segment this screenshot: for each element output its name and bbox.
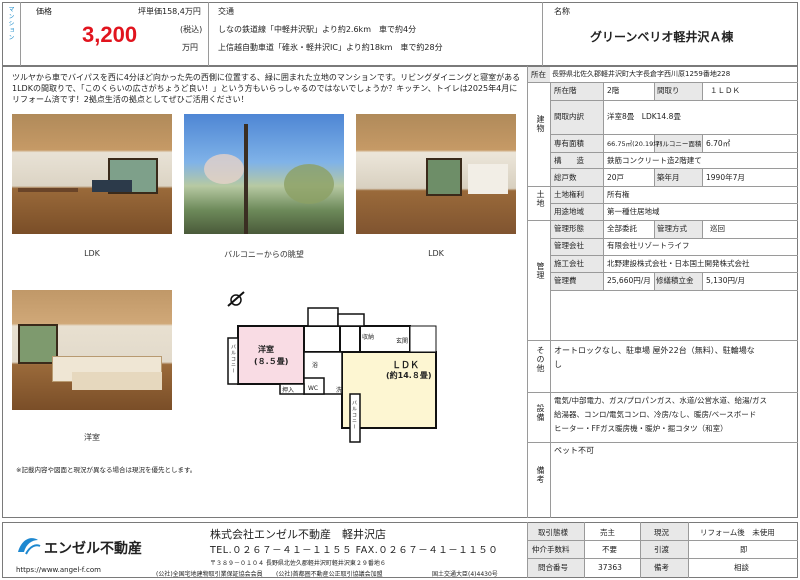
footer-note-label: 備考 — [654, 563, 669, 572]
repair-fund-value: 5,130円/月 — [706, 276, 745, 285]
storage-label: 収納 — [362, 334, 375, 341]
bath-label: 浴 — [312, 362, 319, 369]
balcony-area-label: バルコニー面積 — [656, 140, 702, 148]
commission-value: 不要 — [602, 545, 617, 554]
layout-label: 間取り — [657, 86, 680, 95]
balcony-label-left: バルコニー — [230, 344, 236, 374]
builder-value: 北野建設株式会社・日本国土開発株式会社 — [607, 259, 750, 268]
closet-label: 押入 — [282, 387, 295, 394]
washer-label: 洗 — [336, 387, 343, 394]
vertical-tag: マンション — [7, 6, 14, 41]
mgmt-form-value: 全部委託 — [607, 224, 637, 233]
transport-line-2: 上信越自動車道「碓氷・軽井沢IC」より約18km 車で約28分 — [218, 43, 443, 52]
area-value: 66.75㎡(20.19坪) — [607, 140, 663, 148]
balcony-area-value: 6.70㎡ — [706, 139, 731, 148]
room-western-label: 洋室 — [258, 345, 274, 354]
other-line-1: オートロックなし、駐車場 屋外22台（無料）、駐輪場な — [554, 346, 755, 355]
deal-type-label: 取引態様 — [538, 528, 568, 537]
footer-note-value: 相談 — [734, 563, 749, 572]
mgmt-fee-value: 25,660円/月 — [607, 276, 651, 285]
floor-label: 所在階 — [554, 86, 577, 95]
layout-value: １ＬＤＫ — [710, 86, 740, 95]
photo-western-room — [12, 290, 172, 410]
photo-ldk-2 — [356, 114, 516, 234]
handover-value: 即 — [740, 545, 748, 554]
repair-fund-label: 修繕積立金 — [656, 276, 694, 285]
remarks-section-label: 備考 — [536, 466, 545, 484]
builder-label: 施工会社 — [554, 259, 584, 268]
website-url[interactable]: https://www.angel-f.com — [16, 566, 101, 574]
inquiry-label: 問合番号 — [538, 563, 568, 572]
photo-caption-2: バルコニーからの眺望 — [224, 250, 304, 259]
company-address: 〒３８９－０１０４ 長野県北佐久郡軽井沢町軽井沢東２９番地６ — [210, 560, 386, 567]
description: ツルヤから車でバイパスを西に4分ほど向かった先の西側に位置する、緑に囲まれた立地… — [12, 73, 521, 105]
commission-label: 仲介手数料 — [532, 545, 570, 554]
rooms-value: 洋室8畳 LDK14.8畳 — [607, 112, 681, 121]
equipment-line-3: ヒーター・FFガス暖房機・暖炉・掘コタツ（和室） — [554, 424, 728, 433]
address-label: 所在 — [531, 70, 546, 79]
floor-value: 2階 — [607, 86, 620, 95]
equipment-line-1: 電気/中部電力、ガス/プロパンガス、水道/公営水道、給湯/ガス — [554, 396, 767, 405]
units-value: 20戸 — [607, 173, 625, 182]
mgmt-fee-label: 管理費 — [554, 276, 577, 285]
transport-label: 交通 — [218, 7, 234, 16]
photo-balcony-view — [184, 114, 344, 234]
zoning-label: 用途地域 — [554, 207, 584, 216]
tsubo-price: 坪単価158,4万円 — [138, 7, 201, 16]
association-2: (公社)首都圏不動産公正取引協議会加盟 — [276, 571, 383, 578]
tax-label: (税込) — [180, 25, 203, 34]
structure-label: 構 造 — [554, 156, 584, 165]
handover-label: 引渡 — [654, 545, 669, 554]
remarks-value: ペット不可 — [554, 446, 594, 455]
price-label: 価格 — [36, 7, 52, 16]
price-unit: 万円 — [182, 43, 198, 52]
address-value: 長野県北佐久郡軽井沢町大字長倉字西川原1259番地228 — [552, 70, 731, 78]
deal-type-value: 売主 — [600, 528, 615, 537]
structure-value: 鉄筋コンクリート造2階建て — [607, 156, 702, 165]
equipment-section-label: 設備 — [536, 404, 545, 422]
other-section-label: その他 — [536, 346, 545, 373]
photo-caption-3: LDK — [428, 249, 444, 258]
room-ldk-size: (約14.８畳) — [386, 371, 432, 380]
photo-caption-1: LDK — [84, 249, 100, 258]
status-label: 現況 — [654, 528, 669, 537]
price-value: 3,200 — [82, 22, 138, 47]
license-number: 国土交通大臣(4)4430号 — [432, 571, 498, 578]
rooms-label: 間取内訳 — [554, 112, 584, 121]
transport-line-1: しなの鉄道線「中軽井沢駅」より約2.6km 車で約4分 — [218, 25, 417, 34]
logo-icon — [16, 534, 42, 556]
mgmt-method-label: 管理方式 — [657, 224, 687, 233]
photo-caption-4: 洋室 — [84, 433, 100, 442]
photo-ldk-1 — [12, 114, 172, 234]
area-label: 専有面積 — [554, 139, 584, 148]
mgmt-company-value: 有限会社リゾートライフ — [607, 241, 690, 250]
notice: ※記載内容や図面と現況が異なる場合は現況を優先とします。 — [16, 466, 197, 474]
company-name: 株式会社エンゼル不動産 軽井沢店 — [210, 528, 386, 541]
property-name: グリーンベリオ軽井沢Ａ棟 — [590, 30, 734, 44]
room-western-size: (８.５畳) — [254, 357, 289, 366]
built-value: 1990年7月 — [706, 173, 745, 182]
zoning-value: 第一種住居地域 — [607, 207, 660, 216]
equipment-line-2: 給湯器、コンロ/電気コンロ、冷房/なし、暖房/ベースボード — [554, 410, 757, 419]
land-section-label: 土地 — [536, 190, 545, 208]
other-line-2: し — [554, 360, 562, 369]
entrance-label: 玄関 — [396, 338, 409, 345]
logo-text: エンゼル不動産 — [44, 541, 142, 557]
land-rights-value: 所有権 — [607, 190, 630, 199]
balcony-label-bottom: バルコニー — [351, 400, 357, 430]
status-value: リフォーム後 未使用 — [700, 528, 775, 537]
land-rights-label: 土地権利 — [554, 190, 584, 199]
mgmt-company-label: 管理会社 — [554, 241, 584, 250]
mgmt-form-label: 管理形態 — [554, 224, 584, 233]
phone-fax: TEL.０２６７－４１－１１５５ FAX.０２６７－４１－１１５０ — [210, 545, 499, 556]
wc-label: WC — [308, 385, 319, 392]
inquiry-value: 37363 — [598, 563, 622, 572]
association-1: (公社)全国宅地建物取引業保証協会会員 — [156, 571, 263, 578]
name-label: 名称 — [554, 7, 570, 16]
units-label: 総戸数 — [554, 173, 577, 182]
built-label: 築年月 — [657, 173, 680, 182]
mgmt-method-value: 巡回 — [710, 224, 725, 233]
building-section-label: 建物 — [536, 115, 545, 133]
management-section-label: 管理 — [536, 262, 545, 280]
